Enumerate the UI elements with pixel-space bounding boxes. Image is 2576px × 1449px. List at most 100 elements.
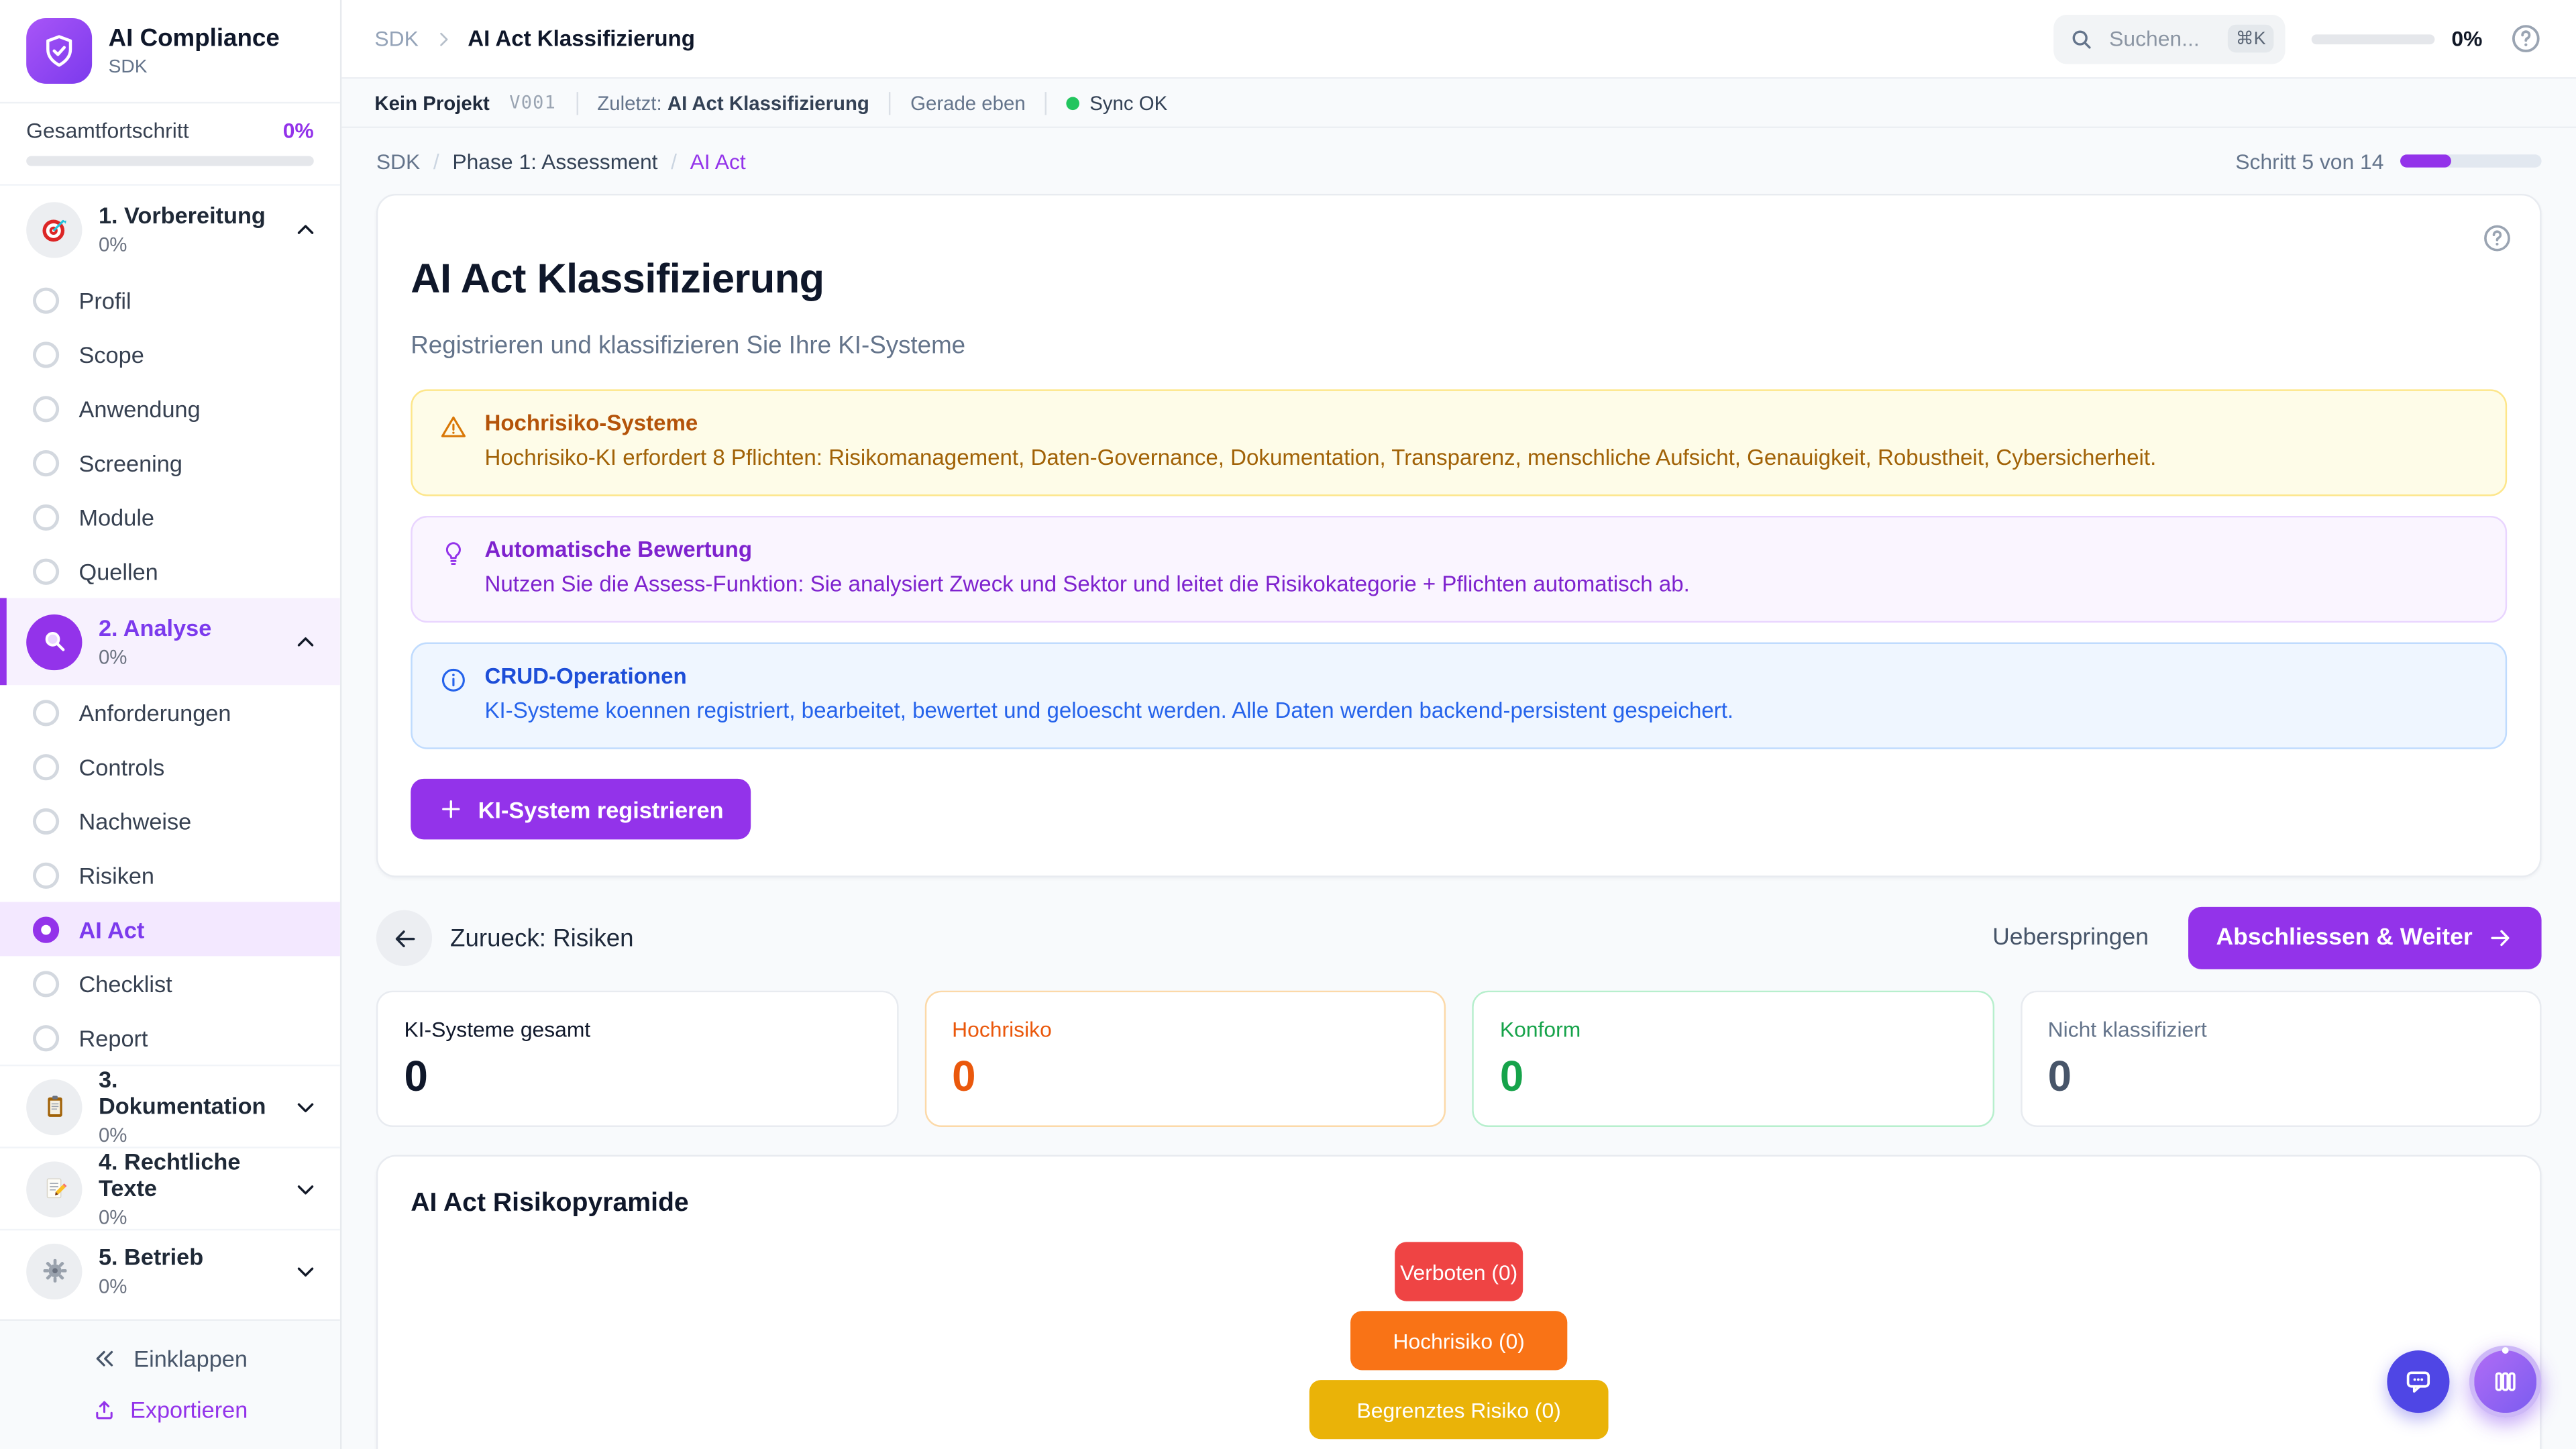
radio-icon	[33, 1024, 59, 1051]
upload-icon	[93, 1397, 117, 1422]
alert-list: Hochrisiko-Systeme Hochrisiko-KI erforde…	[411, 388, 2507, 749]
divider	[1045, 91, 1046, 114]
phase-crumb-root[interactable]: SDK	[376, 149, 420, 174]
alert-automatische-bewertung: Automatische Bewertung Nutzen Sie die As…	[411, 515, 2507, 623]
section-percent: 0%	[99, 1206, 278, 1230]
breadcrumb-root[interactable]: SDK	[374, 26, 418, 51]
export-button[interactable]: Exportieren	[79, 1390, 261, 1430]
overall-progress-label: Gesamtfortschritt	[26, 118, 189, 143]
sync-status: Sync OK	[1067, 91, 1167, 114]
sidebar-section-analyse[interactable]: 2. Analyse 0%	[0, 598, 340, 685]
collapse-label: Einklappen	[133, 1346, 248, 1372]
chat-bubble-icon	[2402, 1365, 2434, 1398]
item-label: Nachweise	[79, 808, 192, 834]
stat-card-konform: Konform 0	[1472, 991, 1994, 1127]
slash-separator: /	[671, 149, 677, 174]
section-percent: 0%	[99, 1124, 278, 1147]
sidebar-item-profil[interactable]: Profil	[0, 273, 340, 327]
step-progress-fill	[2400, 154, 2451, 168]
alert-title: Hochrisiko-Systeme	[484, 410, 2156, 435]
register-ki-system-button[interactable]: KI-System registrieren	[411, 779, 751, 840]
stat-label: KI-Systeme gesamt	[404, 1018, 869, 1042]
chat-fab-button[interactable]	[2387, 1350, 2449, 1413]
sidebar-nav: 1. Vorbereitung 0% Profil Scope Anwendun…	[0, 186, 340, 1320]
help-icon[interactable]	[2509, 21, 2543, 56]
sidebar-item-quellen[interactable]: Quellen	[0, 544, 340, 598]
stat-value: 0	[2048, 1055, 2514, 1098]
last-saved-time: Gerade eben	[910, 91, 1026, 114]
sidebar-section-rechtliche-texte[interactable]: 4. Rechtliche Texte 0%	[0, 1146, 340, 1228]
item-label: Checklist	[79, 970, 172, 996]
section-title: 3. Dokumentation	[99, 1065, 278, 1120]
item-label: Report	[79, 1024, 148, 1051]
kanban-columns-icon	[2489, 1365, 2522, 1398]
page-body: SDK / Phase 1: Assessment / AI Act Schri…	[341, 128, 2576, 1449]
sidebar-item-ai-act[interactable]: AI Act	[0, 902, 340, 956]
phase-crumb-phase[interactable]: Phase 1: Assessment	[452, 149, 657, 174]
sidebar-item-controls[interactable]: Controls	[0, 739, 340, 794]
lightbulb-icon	[439, 539, 468, 602]
sidebar-item-risiken[interactable]: Risiken	[0, 848, 340, 902]
sidebar-item-anwendung[interactable]: Anwendung	[0, 381, 340, 435]
radio-icon	[33, 449, 59, 476]
search-input[interactable]	[2106, 25, 2214, 53]
radio-icon	[33, 861, 59, 888]
sidebar-footer: Einklappen Exportieren	[0, 1320, 340, 1449]
section-title: 4. Rechtliche Texte	[99, 1148, 278, 1203]
sidebar-section-betrieb[interactable]: 5. Betrieb 0%	[0, 1229, 340, 1311]
stat-card-gesamt: KI-Systeme gesamt 0	[376, 991, 898, 1127]
alert-title: Automatische Bewertung	[484, 537, 1689, 561]
wizard-nav-row: Zurueck: Risiken Ueberspringen Abschlies…	[376, 892, 2542, 984]
radio-icon	[33, 970, 59, 996]
plus-icon	[439, 797, 464, 822]
item-label: Controls	[79, 753, 165, 780]
chevron-up-icon	[294, 217, 317, 240]
warning-triangle-icon	[439, 411, 468, 474]
sidebar-section-dokumentation[interactable]: 3. Dokumentation 0%	[0, 1065, 340, 1146]
header-progress-value: 0%	[2451, 26, 2482, 51]
section-title: 5. Betrieb	[99, 1244, 203, 1271]
sidebar-item-nachweise[interactable]: Nachweise	[0, 794, 340, 848]
alert-body: Hochrisiko-KI erfordert 8 Pflichten: Ris…	[484, 441, 2156, 475]
topbar: SDK AI Act Klassifizierung ⌘K 0%	[341, 0, 2576, 79]
alert-crud-operationen: CRUD-Operationen KI-Systeme koennen regi…	[411, 643, 2507, 750]
section-items-analyse: Anforderungen Controls Nachweise Risiken…	[0, 685, 340, 1065]
info-circle-icon	[439, 665, 468, 729]
header-progress-bar	[2312, 34, 2435, 44]
finish-and-next-button[interactable]: Abschliessen & Weiter	[2188, 907, 2542, 969]
stat-label: Nicht klassifiziert	[2048, 1018, 2514, 1042]
alert-title: CRUD-Operationen	[484, 663, 1733, 688]
overall-progress: Gesamtfortschritt 0%	[0, 103, 340, 185]
search-box[interactable]: ⌘K	[2053, 14, 2286, 63]
stat-label: Konform	[1500, 1018, 1966, 1042]
skip-button[interactable]: Ueberspringen	[1992, 925, 2149, 951]
radio-icon	[33, 753, 59, 780]
stat-card-hochrisiko: Hochrisiko 0	[924, 991, 1446, 1127]
sidebar-item-scope[interactable]: Scope	[0, 327, 340, 381]
sidebar-section-vorbereitung[interactable]: 1. Vorbereitung 0%	[0, 186, 340, 273]
card-help-icon[interactable]	[2481, 222, 2514, 255]
sidebar-item-module[interactable]: Module	[0, 490, 340, 544]
page-subtitle: Registrieren und klassifizieren Sie Ihre…	[411, 331, 2507, 359]
gear-icon	[26, 1243, 82, 1299]
sidebar-item-report[interactable]: Report	[0, 1010, 340, 1065]
sidebar-item-screening[interactable]: Screening	[0, 435, 340, 490]
item-label: Risiken	[79, 861, 154, 888]
header-progress: 0%	[2312, 26, 2482, 51]
divider	[889, 91, 890, 114]
pyramid-level-hochrisiko: Hochrisiko (0)	[1350, 1311, 1567, 1371]
alert-hochrisiko-systeme: Hochrisiko-Systeme Hochrisiko-KI erforde…	[411, 388, 2507, 496]
phase-breadcrumb: SDK / Phase 1: Assessment / AI Act	[376, 149, 746, 174]
collapse-sidebar-button[interactable]: Einklappen	[79, 1339, 260, 1379]
item-label: Scope	[79, 341, 144, 367]
risk-pyramid-card: AI Act Risikopyramide Verboten (0) Hochr…	[376, 1155, 2542, 1449]
radio-icon	[33, 504, 59, 530]
back-button[interactable]: Zurueck: Risiken	[376, 910, 634, 966]
sidebar-item-checklist[interactable]: Checklist	[0, 956, 340, 1010]
sidebar: AI Compliance SDK Gesamtfortschritt 0% 1…	[0, 0, 341, 1449]
stat-value: 0	[1500, 1055, 1966, 1098]
sync-ok-dot	[1067, 96, 1080, 109]
project-name: Kein Projekt	[374, 91, 490, 114]
sidebar-item-anforderungen[interactable]: Anforderungen	[0, 685, 340, 739]
kanban-fab-button[interactable]	[2469, 1346, 2542, 1418]
